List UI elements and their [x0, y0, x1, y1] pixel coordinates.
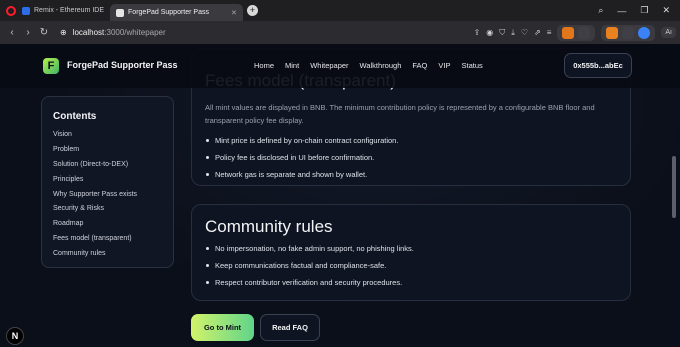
toc-item-problem[interactable]: Problem	[53, 143, 162, 158]
bullet-icon	[206, 139, 209, 142]
tab-remix[interactable]: Remix - Ethereum IDE	[16, 2, 110, 19]
heart-icon[interactable]: ♡	[521, 28, 528, 37]
new-tab-button[interactable]: +	[246, 5, 258, 16]
profile-avatar-icon[interactable]	[638, 26, 651, 39]
nav-whitepaper[interactable]: Whitepaper	[310, 61, 348, 70]
toc-item-principles[interactable]: Principles	[53, 173, 162, 188]
nav-faq[interactable]: FAQ	[412, 61, 427, 70]
remix-favicon-icon	[22, 6, 30, 15]
toc-item-fees[interactable]: Fees model (transparent)	[53, 232, 162, 247]
fox-extension-icon[interactable]	[606, 26, 619, 39]
close-window-icon[interactable]: ✕	[662, 5, 670, 16]
community-section-title: Community rules	[205, 217, 333, 236]
nextjs-dev-badge[interactable]: N	[6, 327, 24, 345]
tab-title: Remix - Ethereum IDE	[34, 7, 105, 14]
close-tab-icon[interactable]: ✕	[231, 9, 237, 17]
toc-title: Contents	[53, 111, 97, 122]
wallet-address-button[interactable]: 0x555b...abEc	[564, 53, 632, 78]
extension-icon[interactable]	[578, 26, 591, 39]
share-icon[interactable]: ⇗	[534, 28, 541, 37]
community-section-card: Community rules No impersonation, no fak…	[191, 204, 631, 301]
toc-item-security[interactable]: Security & Risks	[53, 202, 162, 217]
forgepad-logo-icon[interactable]: F	[43, 58, 59, 74]
opera-logo-icon[interactable]	[6, 5, 16, 16]
bullet-icon	[206, 156, 209, 159]
list-item: Keep communications factual and complian…	[206, 261, 386, 270]
search-tabs-icon[interactable]: ⌕	[598, 5, 603, 16]
go-to-mint-button[interactable]: Go to Mint	[191, 314, 254, 341]
camera-icon[interactable]: ◉	[486, 28, 493, 37]
bullet-icon	[206, 173, 209, 176]
nav-status[interactable]: Status	[461, 61, 482, 70]
extensions-group	[557, 24, 596, 41]
list-item: No impersonation, no fake admin support,…	[206, 244, 414, 253]
bullet-icon	[206, 247, 209, 250]
tab-title: ForgePad Supporter Pass	[128, 9, 209, 16]
easy-setup-icon[interactable]: ≡	[547, 28, 552, 37]
toc-item-roadmap[interactable]: Roadmap	[53, 217, 162, 232]
url-path: :3000/whitepaper	[104, 28, 166, 37]
fees-paragraph: All mint values are displayed in BNB. Th…	[205, 103, 595, 125]
cube-extension-icon[interactable]	[622, 26, 635, 39]
window-controls: ⌕ — ❐ ✕	[598, 0, 680, 21]
toc-item-vision[interactable]: Vision	[53, 128, 162, 143]
url-host: localhost	[72, 28, 105, 37]
forgepad-favicon-icon	[116, 8, 125, 17]
browser-tab-bar: Remix - Ethereum IDE ForgePad Supporter …	[0, 0, 680, 21]
toolbar-actions: ⇪ ◉ ⛉ ⤓ ♡ ⇗ ≡ Aı	[474, 21, 680, 44]
table-of-contents: Contents Vision Problem Solution (Direct…	[41, 96, 174, 268]
page-viewport: Fees model (transparent) All mint values…	[0, 44, 680, 347]
forward-icon[interactable]: ›	[20, 27, 36, 38]
site-brand[interactable]: ForgePad Supporter Pass	[67, 60, 178, 70]
list-item: Policy fee is disclosed in UI before con…	[206, 153, 374, 162]
back-icon[interactable]: ‹	[4, 27, 20, 38]
bullet-icon	[206, 281, 209, 284]
list-item: Mint price is defined by on-chain contra…	[206, 136, 398, 145]
install-app-icon[interactable]: ⇪	[474, 28, 481, 37]
nav-walkthrough[interactable]: Walkthrough	[360, 61, 402, 70]
list-item: Network gas is separate and shown by wal…	[206, 170, 367, 179]
nav-mint[interactable]: Mint	[285, 61, 299, 70]
minimize-icon[interactable]: —	[617, 6, 626, 16]
tab-forgepad[interactable]: ForgePad Supporter Pass ✕	[110, 4, 243, 21]
toc-item-why-supporter-pass[interactable]: Why Supporter Pass exists	[53, 188, 162, 203]
scrollbar[interactable]	[672, 156, 676, 218]
metamask-extension-icon[interactable]	[562, 26, 575, 39]
toc-item-solution[interactable]: Solution (Direct-to-DEX)	[53, 158, 162, 173]
site-header: F ForgePad Supporter Pass Home Mint Whit…	[0, 44, 680, 88]
url-field[interactable]: ⊕ localhost:3000/whitepaper	[60, 28, 166, 37]
read-faq-button[interactable]: Read FAQ	[260, 314, 320, 341]
ai-button[interactable]: Aı	[661, 27, 676, 38]
download-icon[interactable]: ⤓	[511, 28, 515, 38]
site-info-icon[interactable]: ⊕	[60, 28, 67, 37]
main-nav: Home Mint Whitepaper Walkthrough FAQ VIP…	[254, 61, 483, 70]
shield-icon[interactable]: ⛉	[499, 28, 505, 38]
bullet-icon	[206, 264, 209, 267]
profile-group	[601, 24, 656, 41]
toc-item-community[interactable]: Community rules	[53, 247, 162, 262]
reload-icon[interactable]: ↻	[36, 27, 52, 38]
nav-home[interactable]: Home	[254, 61, 274, 70]
address-bar: ‹ › ↻ ⊕ localhost:3000/whitepaper ⇪ ◉ ⛉ …	[0, 21, 680, 44]
list-item: Respect contributor verification and sec…	[206, 278, 402, 287]
maximize-icon[interactable]: ❐	[640, 5, 648, 16]
nav-vip[interactable]: VIP	[438, 61, 450, 70]
